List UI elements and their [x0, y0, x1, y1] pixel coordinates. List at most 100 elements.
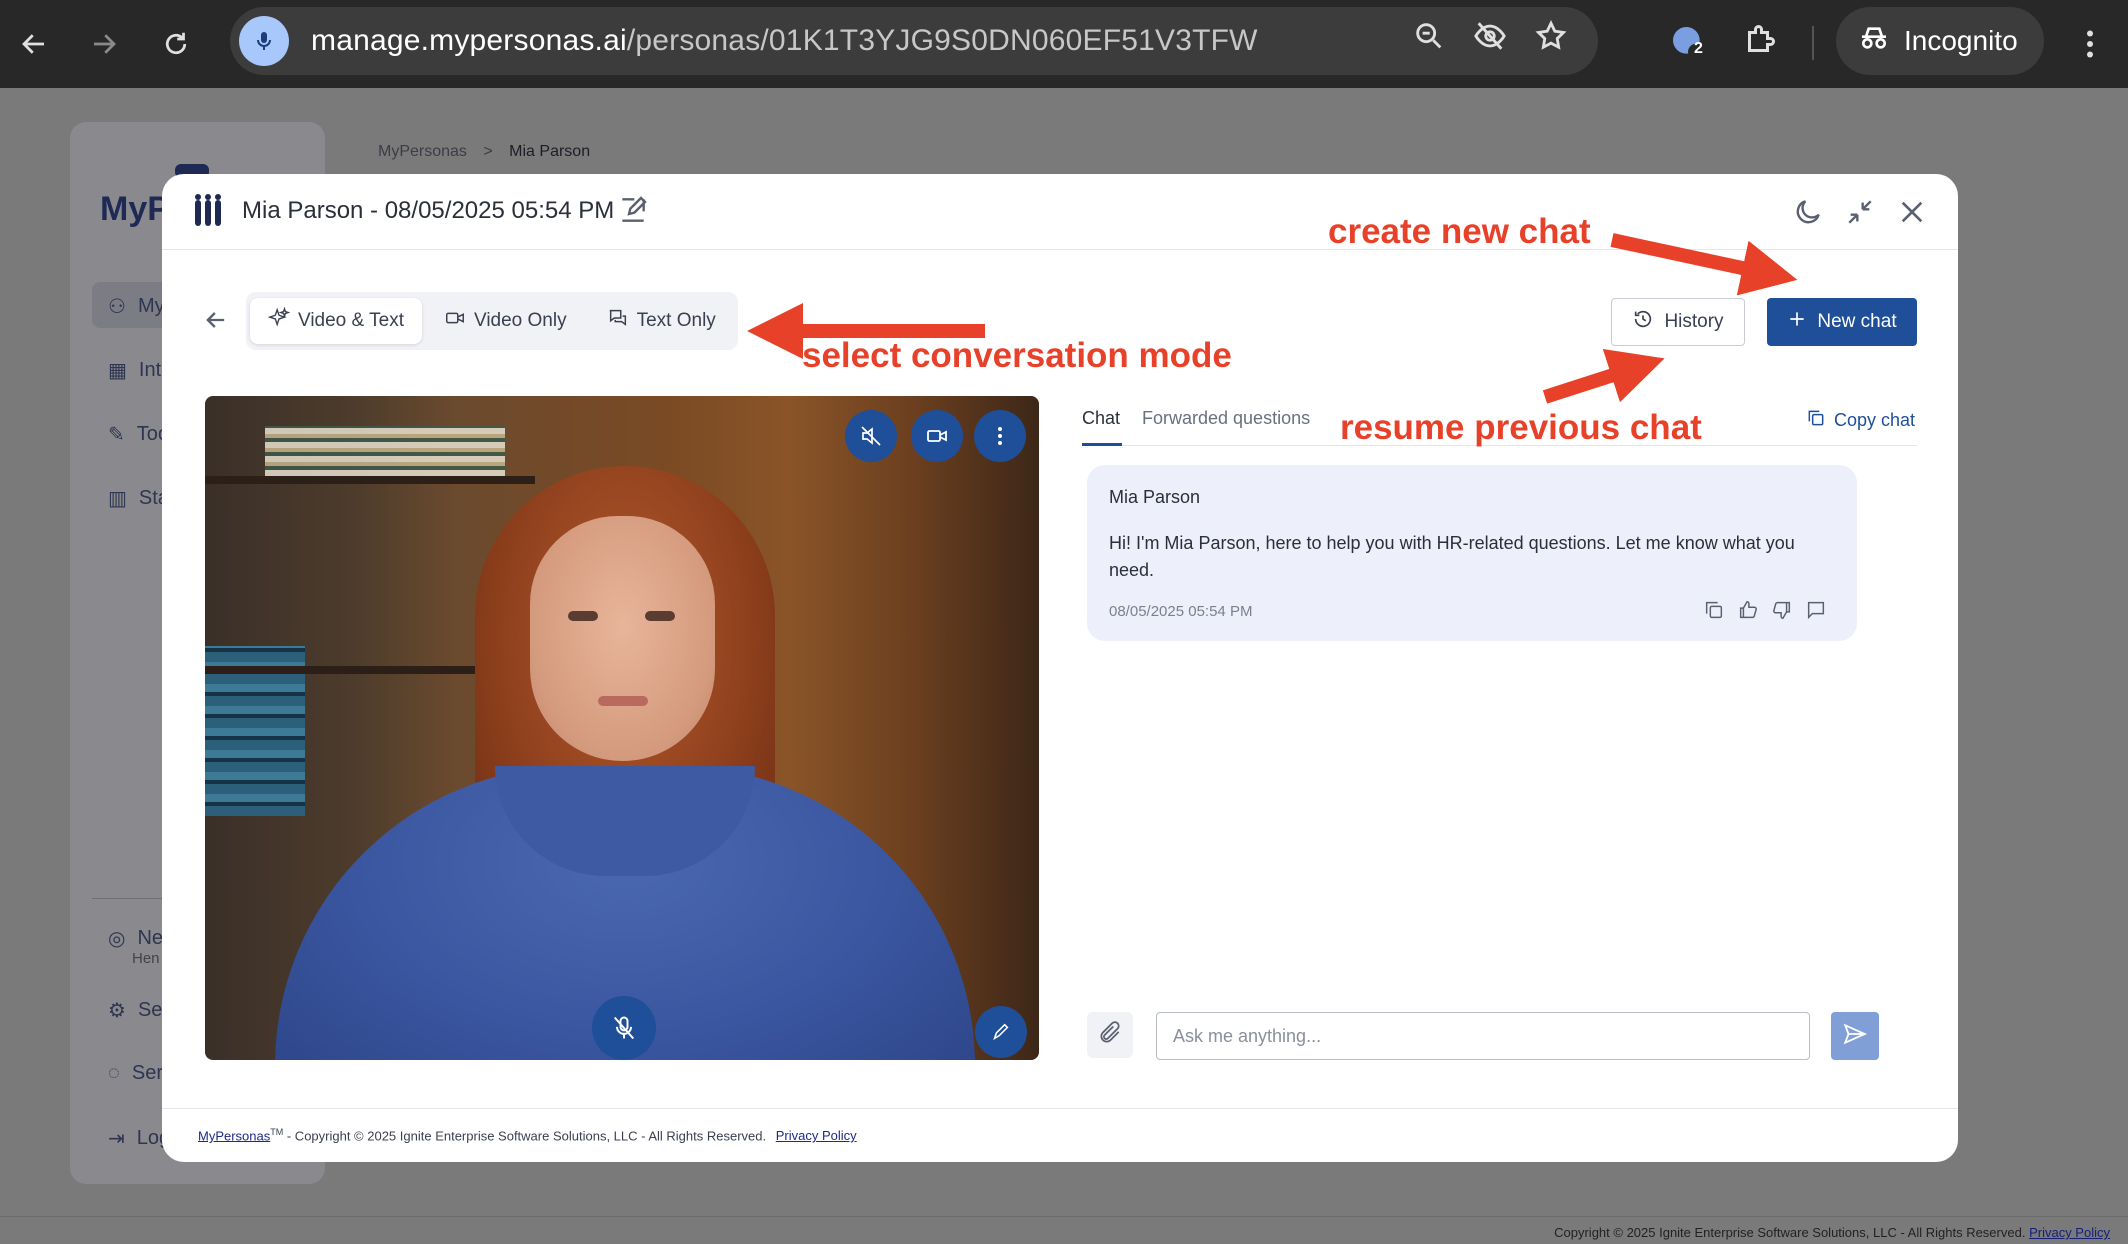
footer-privacy-link[interactable]: Privacy Policy	[776, 1128, 857, 1143]
zoom-icon[interactable]	[1412, 19, 1446, 58]
camera-toggle-button[interactable]	[911, 410, 963, 462]
new-chat-label: New chat	[1817, 311, 1897, 332]
comment-feedback-icon[interactable]	[1805, 599, 1827, 626]
browser-toolbar: manage.mypersonas.ai/personas/01K1T3YJG9…	[0, 0, 2128, 88]
message-timestamp: 08/05/2025 05:54 PM	[1109, 603, 1253, 620]
persona-lips	[598, 696, 648, 706]
chat-bubbles-icon	[607, 307, 629, 335]
tracking-protection-icon[interactable]	[1472, 19, 1508, 58]
paperclip-icon	[1097, 1020, 1123, 1051]
attach-file-button[interactable]	[1087, 1012, 1133, 1058]
persona-face	[530, 516, 715, 761]
background-footer: Copyright © 2025 Ignite Enterprise Softw…	[0, 1216, 2128, 1244]
mode-video-text-label: Video & Text	[298, 310, 404, 331]
extensions-puzzle-icon[interactable]	[1742, 22, 1778, 63]
copy-chat-label: Copy chat	[1834, 410, 1916, 430]
chat-message-input[interactable]	[1156, 1012, 1810, 1060]
breadcrumb: MyPersonas > Mia Parson	[378, 143, 590, 161]
conversation-mode-selector: Video & Text Video Only Text Only	[246, 292, 738, 350]
back-arrow-icon[interactable]	[202, 306, 230, 339]
background-sidebar-item-stats: ▥ Sta	[108, 487, 169, 510]
incognito-label: Incognito	[1904, 25, 2018, 56]
persona-chat-modal: Mia Parson - 08/05/2025 05:54 PM Video &…	[162, 174, 1958, 1162]
persona-eye-right	[645, 611, 675, 621]
grid-icon: ▦	[108, 360, 127, 382]
tab-chat-underline	[1082, 443, 1122, 446]
video-more-options-button[interactable]	[974, 410, 1026, 462]
tab-forwarded-questions[interactable]: Forwarded questions	[1142, 408, 1310, 429]
annotation-resume-chat: resume previous chat	[1340, 408, 1702, 447]
mode-video-text-button[interactable]: Video & Text	[250, 298, 422, 344]
annotation-select-mode: select conversation mode	[802, 336, 1232, 375]
copy-chat-button[interactable]: Copy chat	[1806, 396, 1915, 433]
bookshelf-top	[205, 476, 535, 484]
minimize-icon[interactable]	[1844, 196, 1876, 233]
comment-icon: ◌	[108, 1062, 120, 1084]
thumbs-down-icon[interactable]	[1771, 599, 1793, 626]
close-icon[interactable]	[1896, 196, 1928, 233]
history-button[interactable]: History	[1611, 298, 1745, 346]
video-camera-icon	[444, 307, 466, 335]
modal-footer: MyPersonasTM - Copyright © 2025 Ignite E…	[162, 1108, 1958, 1162]
footer-copyright: - Copyright © 2025 Ignite Enterprise Sof…	[283, 1128, 767, 1144]
address-bar[interactable]: manage.mypersonas.ai/personas/01K1T3YJG9…	[230, 7, 1598, 75]
incognito-indicator[interactable]: Incognito	[1836, 7, 2044, 75]
persona-video	[205, 396, 1039, 1060]
bookshelf-books	[265, 426, 505, 476]
background-logo: MyP	[100, 190, 170, 228]
mute-speaker-button[interactable]	[845, 410, 897, 462]
url-text: manage.mypersonas.ai/personas/01K1T3YJG9…	[311, 24, 1258, 57]
globe-icon: ◎	[108, 928, 126, 950]
message-sender: Mia Parson	[1109, 487, 1201, 507]
wrench-icon: ✎	[108, 424, 125, 446]
sparkle-icon	[267, 306, 291, 335]
toolbar-divider	[1812, 26, 1814, 60]
background-privacy-link: Privacy Policy	[2029, 1225, 2110, 1240]
history-label: History	[1664, 311, 1724, 332]
tab-chat[interactable]: Chat	[1082, 408, 1120, 429]
mode-text-only-label: Text Only	[636, 310, 716, 331]
send-icon	[1842, 1021, 1868, 1052]
incognito-icon	[1858, 22, 1890, 61]
mode-video-only-label: Video Only	[473, 310, 567, 331]
annotation-create-new-chat: create new chat	[1328, 212, 1591, 251]
background-sidebar-item-settings: ⚙ Set	[108, 999, 168, 1022]
breadcrumb-separator: >	[483, 143, 493, 160]
chart-icon: ▥	[108, 488, 127, 510]
thumbs-up-icon[interactable]	[1737, 599, 1759, 626]
extension-icon[interactable]: 2	[1668, 22, 1708, 67]
message-text: Hi! I'm Mia Parson, here to help you wit…	[1109, 533, 1795, 580]
breadcrumb-current: Mia Parson	[509, 143, 591, 160]
copy-message-icon[interactable]	[1703, 599, 1725, 626]
browser-menu-icon[interactable]	[2072, 24, 2108, 69]
footer-trademark: TM	[270, 1127, 284, 1137]
background-sidebar-item-support: ◌ Ser	[108, 1062, 164, 1084]
reload-icon[interactable]	[154, 22, 198, 66]
new-chat-button[interactable]: New chat	[1767, 298, 1917, 346]
persona-eye-left	[568, 611, 598, 621]
copy-icon	[1806, 408, 1826, 433]
background-sidebar-sub: Hen	[132, 950, 160, 967]
background-sidebar-item-tools: ✎ Too	[108, 423, 170, 446]
pen-tool-button[interactable]	[975, 1006, 1027, 1058]
mode-video-only-button[interactable]: Video Only	[426, 298, 585, 344]
breadcrumb-root: MyPersonas	[378, 143, 467, 160]
mypersonas-logo-icon	[192, 194, 224, 230]
send-message-button[interactable]	[1831, 1012, 1879, 1060]
bookmark-star-icon[interactable]	[1534, 19, 1568, 58]
footer-brand-link[interactable]: MyPersonas	[198, 1128, 270, 1143]
background-sidebar-item-logout: ⇥ Log	[108, 1127, 171, 1150]
mode-text-only-button[interactable]: Text Only	[589, 298, 734, 344]
background-sidebar-item-my: ⚇ My	[108, 295, 165, 318]
extension-badge: 2	[1694, 40, 1703, 57]
forward-icon[interactable]	[82, 22, 126, 66]
modal-header: Mia Parson - 08/05/2025 05:54 PM	[162, 174, 1958, 250]
edit-title-icon[interactable]	[617, 194, 649, 231]
modal-title: Mia Parson - 08/05/2025 05:54 PM	[242, 197, 615, 224]
microphone-mute-button[interactable]	[592, 996, 656, 1060]
dark-mode-icon[interactable]	[1792, 196, 1824, 233]
back-icon[interactable]	[12, 22, 56, 66]
voice-search-icon[interactable]	[239, 16, 289, 66]
gear-icon: ⚙	[108, 1000, 126, 1022]
logout-icon: ⇥	[108, 1128, 125, 1150]
